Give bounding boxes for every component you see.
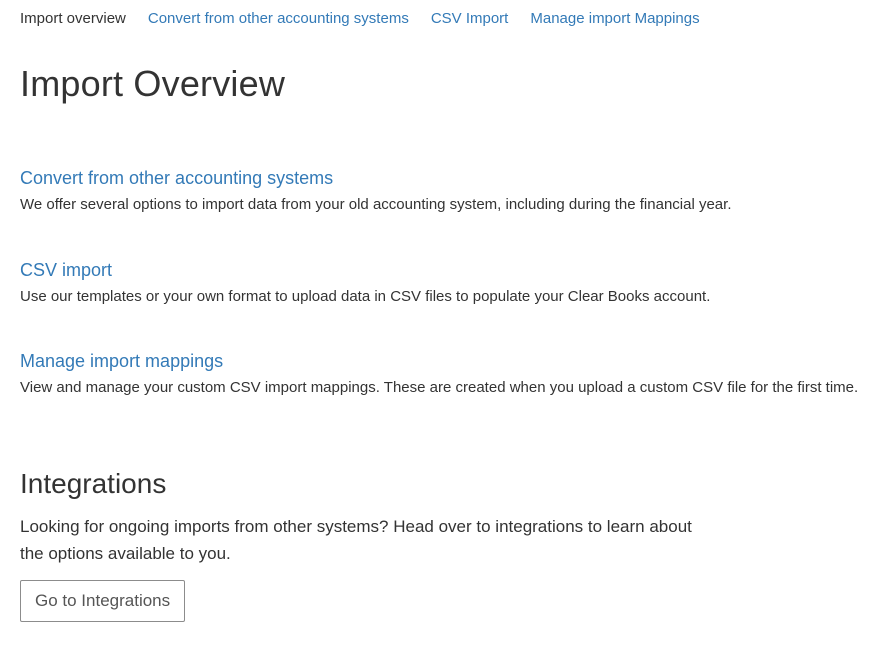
tab-manage-import-mappings[interactable]: Manage import Mappings	[530, 9, 699, 29]
tab-csv-import[interactable]: CSV Import	[431, 9, 509, 29]
csv-import-link[interactable]: CSV import	[20, 258, 112, 282]
tab-convert-from-other-systems[interactable]: Convert from other accounting systems	[148, 9, 409, 29]
convert-systems-description: We offer several options to import data …	[20, 196, 732, 213]
manage-mappings-description: View and manage your custom CSV import m…	[20, 379, 859, 396]
import-tabs: Import overview Convert from other accou…	[20, 9, 722, 29]
section-manage-mappings: Manage import mappings View and manage y…	[20, 349, 880, 398]
go-to-integrations-button[interactable]: Go to Integrations	[20, 580, 186, 622]
integrations-description: Looking for ongoing imports from other s…	[20, 517, 692, 563]
import-overview-page: Import overview Convert from other accou…	[0, 0, 885, 648]
convert-systems-link[interactable]: Convert from other accounting systems	[20, 166, 333, 190]
integrations-heading: Integrations	[20, 468, 167, 499]
section-csv-import: CSV import Use our templates or your own…	[20, 258, 880, 307]
csv-import-description: Use our templates or your own format to …	[20, 288, 711, 305]
section-convert: Convert from other accounting systems We…	[20, 166, 880, 215]
tab-import-overview[interactable]: Import overview	[20, 9, 126, 29]
page-title: Import Overview	[20, 63, 286, 104]
manage-mappings-link[interactable]: Manage import mappings	[20, 349, 223, 373]
